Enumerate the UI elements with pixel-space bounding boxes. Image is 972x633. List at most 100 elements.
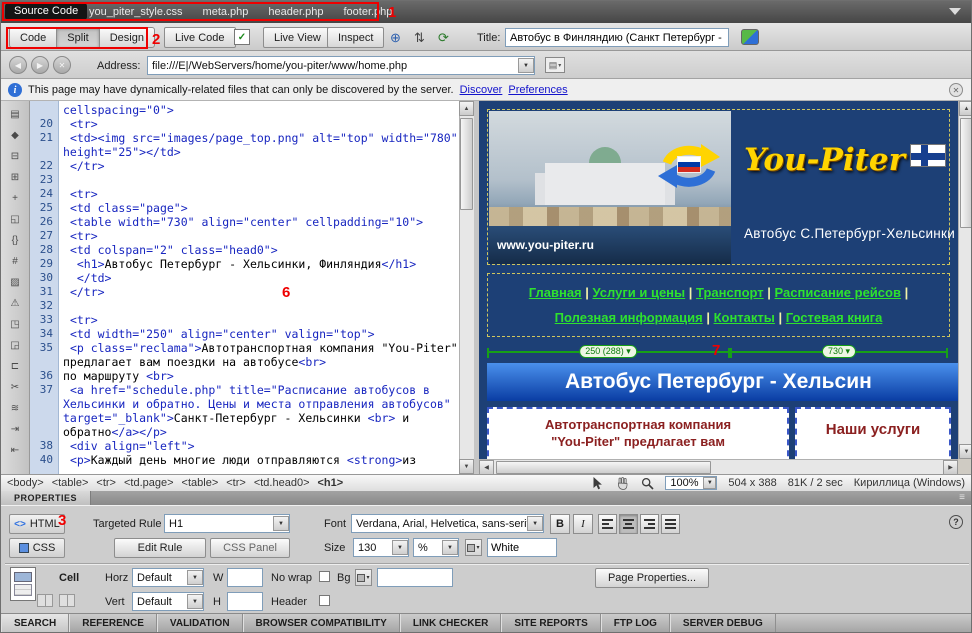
discover-link[interactable]: Discover (460, 84, 503, 96)
code-line[interactable]: cellspacing="0"> (30, 103, 459, 117)
page-properties-button[interactable]: Page Properties... (595, 568, 709, 588)
scroll-up-icon[interactable]: ▲ (959, 101, 972, 116)
code-line[interactable]: 40 <p>Каждый день многие люди отправляют… (30, 453, 459, 467)
inspect-button[interactable]: Inspect (327, 27, 384, 48)
font-dropdown[interactable]: Verdana, Arial, Helvetica, sans-serif ▼ (351, 514, 544, 533)
window-size-value[interactable]: 504 x 388 (728, 477, 776, 489)
site-nav-link[interactable]: Услуги и цены (593, 285, 686, 300)
merge-cells-icon[interactable] (37, 594, 53, 607)
bg-color-input[interactable] (377, 568, 453, 587)
panel-tab-link-checker[interactable]: LINK CHECKER (400, 614, 502, 633)
no-wrap-checkbox[interactable] (319, 571, 330, 582)
code-line[interactable]: 36по маршруту <br> (30, 369, 459, 383)
bold-button[interactable]: B (550, 514, 570, 534)
close-info-bar-icon[interactable]: ✕ (949, 83, 963, 97)
remove-comment-icon[interactable]: ◲ (6, 337, 24, 353)
justify-button[interactable] (661, 514, 680, 534)
preview-in-browser-icon[interactable]: ⊕ (387, 29, 404, 46)
page-h1-banner[interactable]: Автобус Петербург - Хельсин (487, 363, 958, 401)
code-line[interactable]: 26 <table width="730" align="center" cel… (30, 215, 459, 229)
select-tool-icon[interactable] (590, 476, 604, 490)
browserlab-icon[interactable] (741, 29, 759, 45)
align-left-button[interactable] (598, 514, 617, 534)
panel-tab-reference[interactable]: REFERENCE (69, 614, 157, 633)
dropdown-arrow-icon[interactable]: ▼ (527, 516, 543, 531)
panel-tab-validation[interactable]: VALIDATION (157, 614, 243, 633)
panel-tab-browser-compatibility[interactable]: BROWSER COMPATIBILITY (243, 614, 400, 633)
cell-width-input[interactable] (227, 568, 263, 587)
dropdown-arrow-icon[interactable]: ▼ (703, 477, 716, 489)
live-view-button[interactable]: Live View (263, 27, 332, 48)
cell-height-input[interactable] (227, 592, 263, 611)
code-line[interactable]: 33 <tr> (30, 313, 459, 327)
code-line[interactable]: 35 <p class="reclama">Автотранспортная к… (30, 341, 459, 369)
site-nav-link[interactable]: Транспорт (696, 285, 764, 300)
site-nav-link[interactable]: Контакты (714, 310, 775, 325)
refresh-design-view-icon[interactable]: ⟳ (435, 29, 452, 46)
code-line[interactable]: 24 <tr> (30, 187, 459, 201)
filter-related-files-icon[interactable] (949, 8, 961, 15)
move-convert-css-icon[interactable]: ≋ (6, 400, 24, 416)
outdent-code-icon[interactable]: ⇤ (6, 442, 24, 458)
properties-panel-tab[interactable]: PROPERTIES (1, 491, 91, 505)
align-center-button[interactable] (619, 514, 638, 534)
code-line[interactable]: 30 </td> (30, 271, 459, 285)
code-line[interactable]: 29 <h1>Автобус Петербург - Хельсинки, Фи… (30, 257, 459, 271)
code-line[interactable]: 20 <tr> (30, 117, 459, 131)
panel-tab-server-debug[interactable]: SERVER DEBUG (670, 614, 776, 633)
content-cell-left[interactable]: Автотранспортная компания "You-Piter" пр… (487, 407, 789, 459)
horz-align-dropdown[interactable]: Default ▼ (132, 568, 204, 587)
design-horizontal-scrollbar[interactable]: ◀ ▶ (479, 459, 958, 474)
expand-all-icon[interactable]: + (6, 190, 24, 206)
design-hscroll-thumb[interactable] (496, 461, 711, 474)
design-vscroll-thumb[interactable] (960, 118, 972, 228)
split-cell-icon[interactable] (59, 594, 75, 607)
italic-button[interactable]: I (573, 514, 593, 534)
indent-code-icon[interactable]: ⇥ (6, 421, 24, 437)
tag-selector-item[interactable]: <td.head0> (254, 477, 310, 489)
tag-selector-item[interactable]: <td.page> (124, 477, 174, 489)
panel-tab-search[interactable]: SEARCH (1, 614, 69, 633)
text-color-input[interactable] (487, 538, 557, 557)
code-line[interactable]: 34 <td width="250" align="center" valign… (30, 327, 459, 341)
address-input[interactable]: file:///E|/WebServers/home/you-piter/www… (147, 56, 535, 75)
code-line[interactable]: 27 <tr> (30, 229, 459, 243)
dropdown-arrow-icon[interactable]: ▼ (273, 516, 289, 531)
hand-tool-icon[interactable] (615, 476, 629, 490)
zoom-level-dropdown[interactable]: 100% ▼ (665, 476, 717, 490)
tag-selector-item[interactable]: <h1> (318, 477, 344, 489)
header-checkbox[interactable] (319, 595, 330, 606)
highlight-invalid-code-icon[interactable]: ▨ (6, 274, 24, 290)
recent-snippets-icon[interactable]: ✂ (6, 379, 24, 395)
size-unit-dropdown[interactable]: % ▼ (413, 538, 459, 557)
scroll-left-icon[interactable]: ◀ (479, 460, 494, 475)
scroll-down-icon[interactable]: ▼ (959, 444, 972, 459)
content-cell-right[interactable]: Наши услуги (795, 407, 951, 459)
tag-selector-item[interactable]: <table> (182, 477, 219, 489)
site-nav-link[interactable]: Полезная информация (555, 310, 703, 325)
code-line[interactable]: 37 <a href="schedule.php" title="Расписа… (30, 383, 459, 439)
tag-selector-item[interactable]: <body> (7, 477, 44, 489)
design-vertical-scrollbar[interactable]: ▲ ▼ (958, 101, 972, 459)
dropdown-arrow-icon[interactable]: ▼ (187, 594, 203, 609)
css-panel-button[interactable]: CSS Panel (210, 538, 290, 558)
bg-color-picker[interactable]: ▾ (355, 569, 372, 586)
scroll-right-icon[interactable]: ▶ (943, 460, 958, 475)
apply-comment-icon[interactable]: ◳ (6, 316, 24, 332)
site-nav-link[interactable]: Расписание рейсов (775, 285, 901, 300)
file-management-icon[interactable]: ⇅ (411, 29, 428, 46)
site-nav-link[interactable]: Главная (529, 285, 582, 300)
align-right-button[interactable] (640, 514, 659, 534)
dropdown-arrow-icon[interactable]: ▼ (442, 540, 458, 555)
open-documents-icon[interactable]: ▤ (6, 106, 24, 122)
vert-align-dropdown[interactable]: Default ▼ (132, 592, 204, 611)
site-nav-link[interactable]: Гостевая книга (786, 310, 883, 325)
forward-icon[interactable]: ▶ (31, 56, 49, 74)
code-line[interactable]: 38 <div align="left"> (30, 439, 459, 453)
code-vertical-scrollbar[interactable]: ▲ ▼ (459, 101, 474, 474)
table-width-label[interactable]: 730 ▾ (822, 345, 856, 358)
balance-braces-icon[interactable]: {} (6, 232, 24, 248)
code-navigator-icon[interactable]: ◆ (6, 127, 24, 143)
help-icon[interactable]: ? (949, 515, 963, 529)
back-icon[interactable]: ◀ (9, 56, 27, 74)
